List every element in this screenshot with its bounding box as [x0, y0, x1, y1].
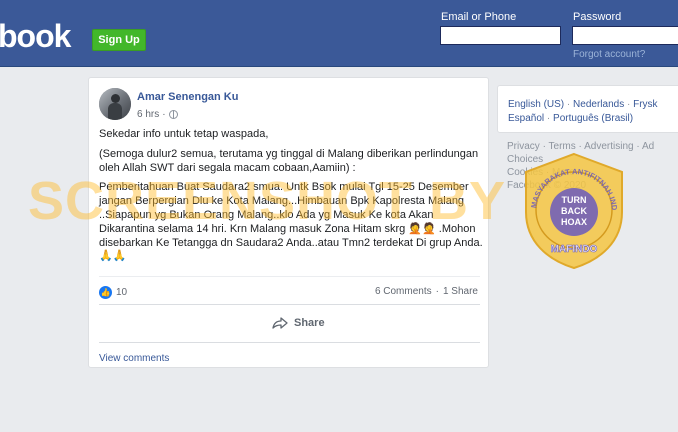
svg-text:HOAX: HOAX	[561, 217, 587, 227]
post-author[interactable]: Amar Senengan Ku	[137, 91, 238, 103]
share-button[interactable]: Share	[272, 317, 325, 329]
copyright: Facebook © 2020	[507, 180, 587, 191]
footer-links: Privacy · Terms · Advertising · Ad Choic…	[507, 141, 655, 191]
avatar[interactable]	[99, 88, 131, 120]
language-selector-card: English (US) · Nederlands · Frysk Españo…	[497, 85, 678, 133]
language-list: English (US) · Nederlands · Frysk Españo…	[508, 99, 658, 124]
post-paragraph: Pemberitahuan Buat Saudara2 smua. Untk B…	[99, 181, 483, 263]
footer-link[interactable]: Terms	[549, 141, 576, 152]
top-navigation-bar: book Sign Up Email or Phone Password For…	[0, 0, 678, 67]
svg-text:BACK: BACK	[561, 206, 587, 216]
divider	[99, 342, 480, 343]
password-input[interactable]	[572, 26, 678, 45]
like-count: 10	[116, 287, 128, 298]
footer-link[interactable]: Cookies	[507, 167, 543, 178]
forgot-account-link[interactable]: Forgot account?	[573, 49, 645, 60]
divider	[99, 304, 480, 305]
shares-count-link[interactable]: 1 Share	[443, 286, 478, 297]
post-paragraph: Sekedar info untuk tetap waspada,	[99, 128, 269, 140]
language-link[interactable]: Nederlands	[573, 99, 624, 110]
language-link[interactable]: Frysk	[633, 99, 657, 110]
language-link[interactable]: Português (Brasil)	[553, 113, 633, 124]
view-comments-link[interactable]: View comments	[99, 353, 169, 364]
comments-count-link[interactable]: 6 Comments	[375, 286, 432, 297]
footer-link[interactable]: More	[552, 167, 575, 178]
count-separator: ·	[435, 286, 439, 297]
like-icon: 👍	[99, 286, 112, 299]
post-paragraph: (Semoga dulur2 semua, terutama yg tingga…	[99, 147, 479, 174]
post-time[interactable]: 6 hrs	[137, 109, 159, 120]
email-label: Email or Phone	[441, 11, 517, 23]
email-input[interactable]	[440, 26, 561, 45]
share-label: Share	[294, 317, 325, 329]
language-link[interactable]: English (US)	[508, 99, 564, 110]
post-meta: 6 hrs ·	[137, 109, 178, 120]
footer-link[interactable]: Privacy	[507, 141, 540, 152]
footer-link[interactable]: Advertising	[584, 141, 633, 152]
meta-separator: ·	[162, 109, 166, 120]
engagement-counts: 6 Comments · 1 Share	[375, 286, 478, 297]
globe-icon	[168, 110, 178, 119]
sign-up-button[interactable]: Sign Up	[92, 29, 146, 51]
svg-text:TURN: TURN	[562, 195, 587, 205]
reaction-summary[interactable]: 👍 10	[99, 286, 127, 299]
divider	[99, 276, 480, 277]
svg-text:MAFINDO: MAFINDO	[551, 244, 598, 255]
post-body: Sekedar info untuk tetap waspada, (Semog…	[99, 128, 485, 270]
share-icon	[272, 317, 288, 329]
language-link[interactable]: Español	[508, 113, 544, 124]
password-label: Password	[573, 11, 622, 23]
post-card: Amar Senengan Ku 6 hrs · Sekedar info un…	[88, 77, 489, 368]
facebook-logo[interactable]: book	[0, 18, 71, 55]
